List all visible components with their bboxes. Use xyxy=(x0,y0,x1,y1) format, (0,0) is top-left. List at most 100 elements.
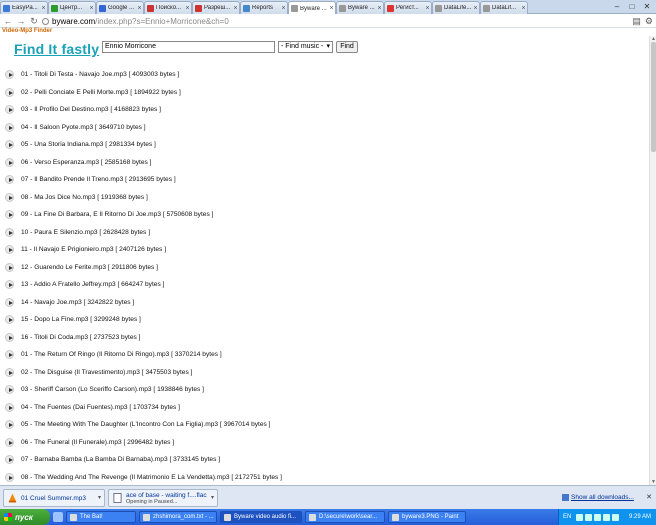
result-title[interactable]: 07 - Barnaba Bamba (La Bamba Di Barnaba)… xyxy=(21,456,220,463)
tab-close-icon[interactable]: × xyxy=(520,5,527,12)
play-icon[interactable] xyxy=(5,472,14,482)
play-icon[interactable] xyxy=(5,192,14,202)
taskbar-button[interactable]: D:\secure\work\sear... xyxy=(305,511,385,523)
result-title[interactable]: 04 - Il Saloon Pyote.mp3 [ 3649710 bytes… xyxy=(21,124,146,131)
result-title[interactable]: 04 - The Fuentes (Dai Fuentes).mp3 [ 170… xyxy=(21,404,180,411)
play-icon[interactable] xyxy=(5,210,14,220)
tray-icon[interactable] xyxy=(576,513,584,521)
result-title[interactable]: 10 - Paura E Silenzio.mp3 [ 2628428 byte… xyxy=(21,229,150,236)
tray-icon[interactable] xyxy=(585,513,593,521)
play-icon[interactable] xyxy=(5,315,14,325)
result-title[interactable]: 01 - Titoli Di Testa - Navajo Joe.mp3 [ … xyxy=(21,71,179,78)
play-icon[interactable] xyxy=(5,420,14,430)
result-title[interactable]: 05 - The Meeting With The Daughter (L'In… xyxy=(21,421,271,428)
play-icon[interactable] xyxy=(5,245,14,255)
result-title[interactable]: 09 - La Fine Di Barbara, E Il Ritorno Di… xyxy=(21,211,213,218)
taskbar-button[interactable]: zhshimora_com.txt - ... xyxy=(139,511,217,523)
taskbar-button[interactable]: The Bat! xyxy=(66,511,136,523)
browser-tab[interactable]: Google ... × xyxy=(96,1,144,14)
tab-close-icon[interactable]: × xyxy=(280,5,287,12)
tray-icon[interactable] xyxy=(594,513,602,521)
play-icon[interactable] xyxy=(5,385,14,395)
tab-close-icon[interactable]: × xyxy=(88,5,95,12)
play-icon[interactable] xyxy=(5,87,14,97)
play-icon[interactable] xyxy=(5,105,14,115)
result-title[interactable]: 06 - Verso Esperanza.mp3 [ 2585168 bytes… xyxy=(21,159,152,166)
forward-arrow-icon[interactable]: → xyxy=(16,16,26,26)
result-title[interactable]: 02 - Pelli Conciate E Pelli Morte.mp3 [ … xyxy=(21,89,181,96)
browser-tab[interactable]: DataLife... × xyxy=(432,1,480,14)
play-icon[interactable] xyxy=(5,140,14,150)
tab-close-icon[interactable]: × xyxy=(328,5,335,12)
find-type-select[interactable]: - Find music - xyxy=(278,41,333,53)
tab-close-icon[interactable]: × xyxy=(232,5,239,12)
result-title[interactable]: 11 - Il Navajo E Prigioniero.mp3 [ 24071… xyxy=(21,246,166,253)
result-title[interactable]: 15 - Dopo La Fine.mp3 [ 3299248 bytes ] xyxy=(21,316,141,323)
vertical-scrollbar[interactable]: ▲ ▼ xyxy=(649,36,656,485)
show-all-downloads-link[interactable]: Show all downloads... xyxy=(571,494,634,501)
language-indicator[interactable]: EN xyxy=(563,514,571,520)
tab-close-icon[interactable]: × xyxy=(136,5,143,12)
result-title[interactable]: 13 - Addio A Fratello Jeffrey.mp3 [ 6642… xyxy=(21,281,164,288)
play-icon[interactable] xyxy=(5,332,14,342)
result-title[interactable]: 03 - Sheriff Carson (Lo Sceriffo Carson)… xyxy=(21,386,204,393)
tray-icon[interactable] xyxy=(612,513,620,521)
result-title[interactable]: 08 - The Wedding And The Revenge (Il Mat… xyxy=(21,474,282,481)
play-icon[interactable] xyxy=(5,262,14,272)
browser-tab[interactable]: EasyPa... × xyxy=(0,1,48,14)
site-logo[interactable]: Find It fastly xyxy=(14,41,99,57)
download-menu-arrow-icon[interactable]: ▾ xyxy=(211,494,214,501)
tab-close-icon[interactable]: × xyxy=(472,5,479,12)
tray-icon[interactable] xyxy=(603,513,611,521)
quick-launch-icon[interactable] xyxy=(53,512,63,522)
tab-close-icon[interactable]: × xyxy=(424,5,431,12)
taskbar-button[interactable]: byware3.PNG - Paint xyxy=(388,511,466,523)
start-button[interactable]: пуск xyxy=(0,509,50,525)
play-icon[interactable] xyxy=(5,367,14,377)
result-title[interactable]: 16 - Titoli Di Coda.mp3 [ 2737523 bytes … xyxy=(21,334,141,341)
minimize-icon[interactable]: – xyxy=(610,1,624,12)
tab-close-icon[interactable]: × xyxy=(184,5,191,12)
browser-tab[interactable]: Регист... × xyxy=(384,1,432,14)
scrollbar-thumb[interactable] xyxy=(651,42,656,152)
search-input[interactable]: Ennio Morricone xyxy=(102,41,275,53)
play-icon[interactable] xyxy=(5,280,14,290)
result-title[interactable]: 05 - Una Storia Indiana.mp3 [ 2981334 by… xyxy=(21,141,156,148)
find-button[interactable]: Find xyxy=(336,41,358,53)
result-title[interactable]: 07 - Il Bandito Prende Il Treno.mp3 [ 29… xyxy=(21,176,176,183)
result-title[interactable]: 08 - Ma Jos Dice No.mp3 [ 1919368 bytes … xyxy=(21,194,148,201)
close-window-icon[interactable]: ✕ xyxy=(640,1,654,12)
download-item[interactable]: ace of base - waiting f....flac Opening … xyxy=(108,489,218,507)
tab-close-icon[interactable]: × xyxy=(40,5,47,12)
result-title[interactable]: 06 - The Funeral (Il Funerale).mp3 [ 299… xyxy=(21,439,174,446)
result-title[interactable]: 14 - Navajo Joe.mp3 [ 3242822 bytes ] xyxy=(21,299,134,306)
taskbar-button[interactable]: Byware video audio fi... xyxy=(220,511,302,523)
result-title[interactable]: 03 - Il Profilo Del Destino.mp3 [ 416882… xyxy=(21,106,161,113)
result-title[interactable]: 12 - Guarendo Le Ferite.mp3 [ 2911806 by… xyxy=(21,264,158,271)
browser-tab[interactable]: Byware ... × xyxy=(288,1,336,15)
play-icon[interactable] xyxy=(5,437,14,447)
play-icon[interactable] xyxy=(5,455,14,465)
play-icon[interactable] xyxy=(5,157,14,167)
browser-tab[interactable]: Byware ... × xyxy=(336,1,384,14)
back-arrow-icon[interactable]: ← xyxy=(3,16,13,26)
result-title[interactable]: 01 - The Return Of Ringo (Il Ritorno Di … xyxy=(21,351,222,358)
bookmark-video-mp3-finder[interactable]: Video-Mp3 Finder xyxy=(2,28,52,34)
download-item[interactable]: 01 Cruel Summer.mp3 ▾ xyxy=(3,489,105,507)
tab-close-icon[interactable]: × xyxy=(376,5,383,12)
play-icon[interactable] xyxy=(5,402,14,412)
page-menu-icon[interactable]: ▤ xyxy=(632,16,641,26)
play-icon[interactable] xyxy=(5,227,14,237)
close-shelf-icon[interactable]: ✕ xyxy=(646,493,652,501)
browser-tab[interactable]: Центр... × xyxy=(48,1,96,14)
download-menu-arrow-icon[interactable]: ▾ xyxy=(98,494,101,501)
play-icon[interactable] xyxy=(5,175,14,185)
result-title[interactable]: 02 - The Disguise (Il Travestimento).mp3… xyxy=(21,369,192,376)
browser-tab[interactable]: Разреш... × xyxy=(192,1,240,14)
play-icon[interactable] xyxy=(5,297,14,307)
play-icon[interactable] xyxy=(5,350,14,360)
address-bar[interactable]: byware.com /index.php?s=Ennio+Morricone&… xyxy=(42,16,627,26)
browser-tab[interactable]: Поиско... × xyxy=(144,1,192,14)
browser-tab[interactable]: Reports × xyxy=(240,1,288,14)
maximize-icon[interactable]: □ xyxy=(625,1,639,12)
